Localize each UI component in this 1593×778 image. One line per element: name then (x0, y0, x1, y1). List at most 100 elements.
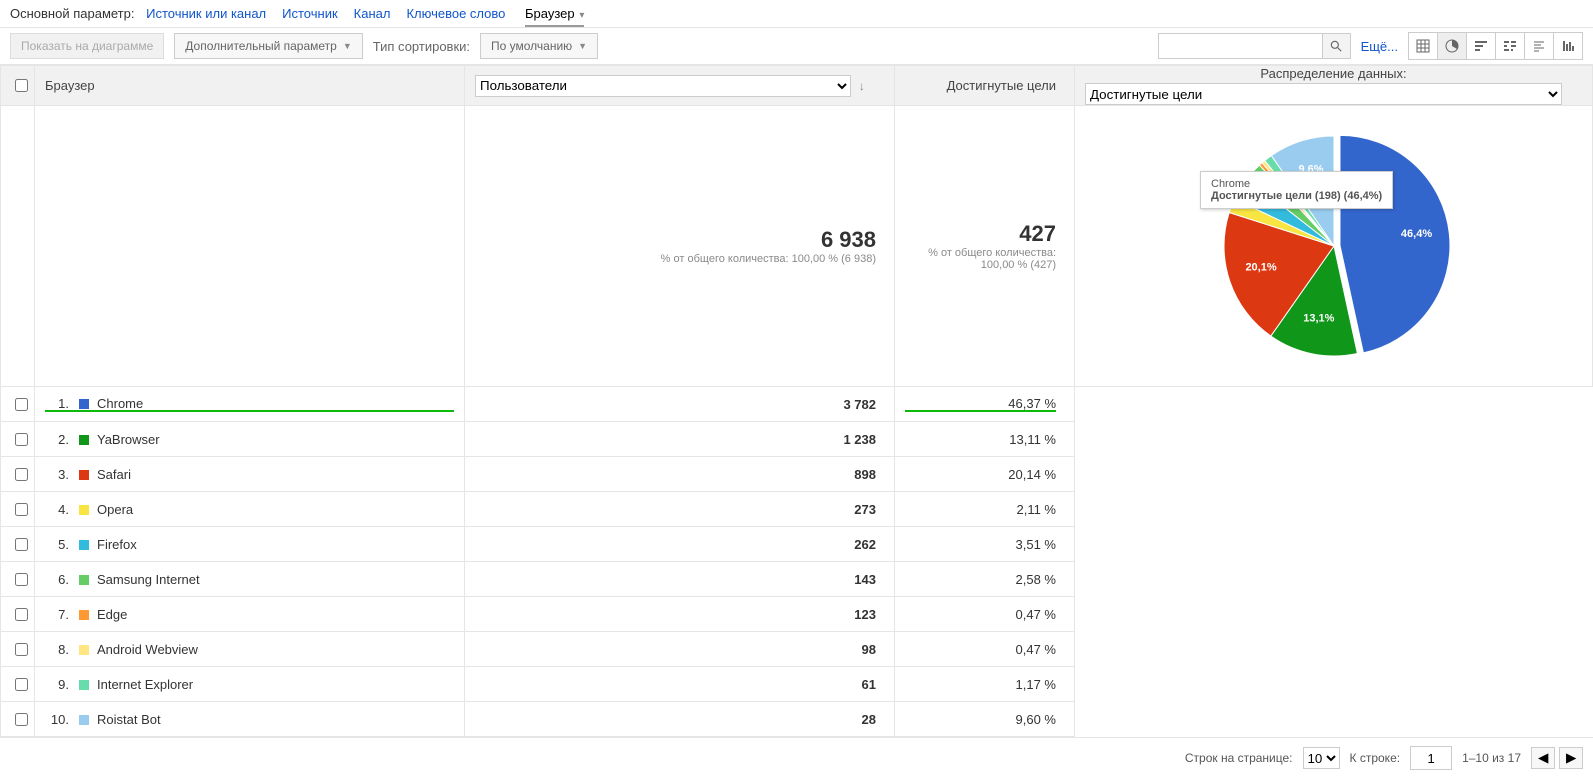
chart-metric-select[interactable]: Достигнутые цели (1085, 83, 1562, 105)
pie-slice[interactable] (1339, 135, 1449, 352)
browser-name: Edge (97, 607, 127, 622)
users-cell: 3 782 (465, 387, 895, 422)
browser-name: Roistat Bot (97, 712, 161, 727)
goals-cell: 3,51 % (895, 527, 1075, 562)
search-input[interactable] (1158, 33, 1323, 59)
row-checkbox[interactable] (15, 468, 28, 481)
goals-cell: 9,60 % (895, 702, 1075, 737)
table-row: 9.Internet Explorer611,17 % (1, 667, 1593, 702)
search-icon (1329, 39, 1343, 53)
column-header-users[interactable]: Пользователи ↓ (465, 66, 895, 106)
view-pie-icon[interactable] (1437, 33, 1466, 59)
go-to-row-label: К строке: (1350, 751, 1401, 765)
series-swatch (79, 715, 89, 725)
series-swatch (79, 645, 89, 655)
table-row: 1.Chrome3 78246,37 % (1, 387, 1593, 422)
browser-name: Samsung Internet (97, 572, 200, 587)
data-table: Браузер Пользователи ↓ Достигнутые цели … (0, 65, 1593, 737)
rows-per-page-label: Строк на странице: (1185, 751, 1293, 765)
row-checkbox[interactable] (15, 608, 28, 621)
goals-cell: 46,37 % (895, 387, 1075, 422)
goals-cell: 0,47 % (895, 597, 1075, 632)
goals-cell: 13,11 % (895, 422, 1075, 457)
series-swatch (79, 540, 89, 550)
browser-cell[interactable]: 10.Roistat Bot (35, 702, 465, 737)
total-goals-cell: 427 % от общего количества: 100,00 % (42… (895, 106, 1075, 387)
primary-dimension-link[interactable]: Ключевое слово (406, 6, 505, 21)
secondary-dimension-select[interactable]: Дополнительный параметр▼ (174, 33, 363, 59)
row-checkbox[interactable] (15, 503, 28, 516)
column-header-goals[interactable]: Достигнутые цели (895, 66, 1075, 106)
view-table-icon[interactable] (1409, 33, 1437, 59)
next-page-button[interactable]: ▶ (1559, 747, 1583, 769)
browser-cell[interactable]: 6.Samsung Internet (35, 562, 465, 597)
table-row: 4.Opera2732,11 % (1, 492, 1593, 527)
users-cell: 28 (465, 702, 895, 737)
chart-cell: 46,4%13,1%20,1%9,6% Chrome Достигнутые ц… (1075, 106, 1593, 387)
browser-name: Internet Explorer (97, 677, 193, 692)
select-all-cell (1, 66, 35, 106)
go-to-row-input[interactable] (1410, 746, 1452, 770)
chevron-down-icon: ▾ (577, 10, 585, 21)
series-swatch (79, 435, 89, 445)
goals-cell: 0,47 % (895, 632, 1075, 667)
browser-cell[interactable]: 5.Firefox (35, 527, 465, 562)
chart-tooltip: Chrome Достигнутые цели (198) (46,4%) (1200, 171, 1393, 209)
browser-name: Safari (97, 467, 131, 482)
row-checkbox[interactable] (15, 678, 28, 691)
advanced-link[interactable]: Ещё... (1361, 39, 1398, 54)
plot-rows-button[interactable]: Показать на диаграмме (10, 33, 164, 59)
view-comparison-icon[interactable] (1495, 33, 1524, 59)
page-range: 1–10 из 17 (1462, 751, 1521, 765)
table-row: 6.Samsung Internet1432,58 % (1, 562, 1593, 597)
browser-cell[interactable]: 1.Chrome (35, 387, 465, 422)
view-term-cloud-icon[interactable] (1524, 33, 1553, 59)
column-header-browser[interactable]: Браузер (35, 66, 465, 106)
browser-cell[interactable]: 4.Opera (35, 492, 465, 527)
series-swatch (79, 399, 89, 409)
browser-cell[interactable]: 7.Edge (35, 597, 465, 632)
sort-type-select[interactable]: По умолчанию▼ (480, 33, 598, 59)
browser-cell[interactable]: 2.YaBrowser (35, 422, 465, 457)
browser-cell[interactable]: 9.Internet Explorer (35, 667, 465, 702)
table-row: 7.Edge1230,47 % (1, 597, 1593, 632)
rows-per-page-select[interactable]: 10 (1303, 747, 1340, 769)
sort-desc-icon[interactable]: ↓ (859, 79, 865, 93)
browser-cell[interactable]: 8.Android Webview (35, 632, 465, 667)
metric-select-users[interactable]: Пользователи (475, 75, 851, 97)
pie-slice-label: 20,1% (1245, 262, 1276, 274)
table-footer: Строк на странице: 10 К строке: 1–10 из … (0, 737, 1593, 778)
view-bar-icon[interactable] (1466, 33, 1495, 59)
goals-cell: 20,14 % (895, 457, 1075, 492)
goals-cell: 1,17 % (895, 667, 1075, 702)
primary-dimension-link[interactable]: Источник (282, 6, 338, 21)
search-box (1158, 33, 1351, 59)
primary-dimension-active[interactable]: Браузер ▾ (525, 6, 584, 23)
total-users-cell: 6 938 % от общего количества: 100,00 % (… (465, 106, 895, 387)
row-checkbox[interactable] (15, 398, 28, 411)
primary-dimension-link[interactable]: Источник или канал (146, 6, 266, 21)
browser-name: Opera (97, 502, 133, 517)
users-cell: 262 (465, 527, 895, 562)
users-cell: 1 238 (465, 422, 895, 457)
row-checkbox[interactable] (15, 433, 28, 446)
view-pivot-icon[interactable] (1553, 33, 1582, 59)
primary-dimension-link[interactable]: Канал (354, 6, 391, 21)
pie-chart: 46,4%13,1%20,1%9,6% (1204, 116, 1464, 376)
select-all-checkbox[interactable] (15, 79, 28, 92)
search-button[interactable] (1323, 33, 1351, 59)
row-checkbox[interactable] (15, 538, 28, 551)
users-cell: 898 (465, 457, 895, 492)
prev-page-button[interactable]: ◀ (1531, 747, 1555, 769)
toolbar: Показать на диаграмме Дополнительный пар… (0, 27, 1593, 65)
chart-header: Распределение данных: Достигнутые цели (1075, 66, 1593, 106)
row-checkbox[interactable] (15, 573, 28, 586)
users-cell: 61 (465, 667, 895, 702)
row-checkbox[interactable] (15, 643, 28, 656)
pie-slice-label: 46,4% (1400, 228, 1431, 240)
browser-name: Firefox (97, 537, 137, 552)
browser-cell[interactable]: 3.Safari (35, 457, 465, 492)
browser-name: Android Webview (97, 642, 198, 657)
row-checkbox[interactable] (15, 713, 28, 726)
users-cell: 143 (465, 562, 895, 597)
